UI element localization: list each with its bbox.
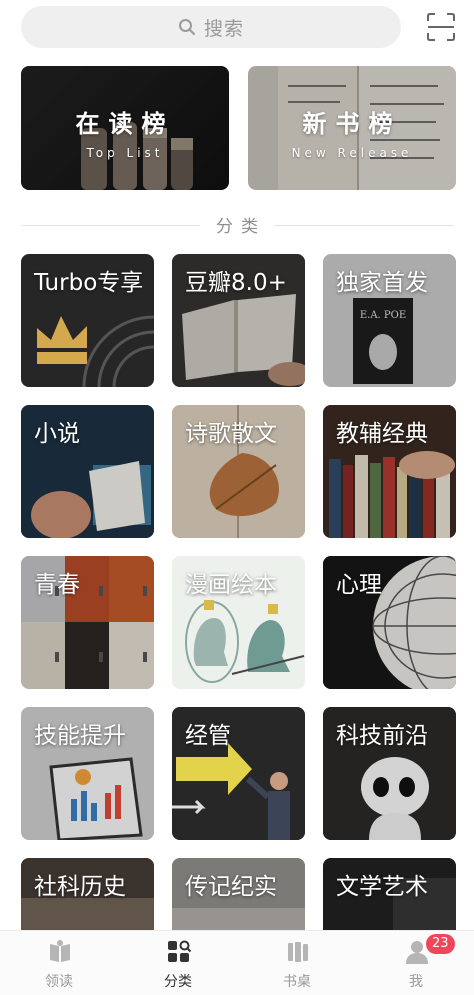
category-label: 独家首发	[336, 270, 428, 296]
category-page: 搜索 在读榜 Top List 新书榜 New Release 分类 Turbo…	[0, 0, 474, 995]
top-list-banner[interactable]: 在读榜 Top List	[21, 66, 229, 190]
nav-me[interactable]: 我	[357, 931, 474, 995]
category-textbooks[interactable]: 教辅经典	[323, 405, 456, 538]
category-douban[interactable]: 豆瓣8.0+	[172, 254, 305, 387]
category-grid-icon	[168, 940, 192, 962]
category-label: 豆瓣8.0+	[185, 270, 287, 296]
category-skills[interactable]: 技能提升	[21, 707, 154, 840]
category-youth[interactable]: 青春	[21, 556, 154, 689]
category-label: 文学艺术	[336, 874, 428, 900]
category-label: 经管	[185, 723, 231, 749]
bottom-navigation: 领读 分类 书桌 我	[0, 930, 474, 995]
search-icon	[178, 19, 195, 35]
category-label: 传记纪实	[185, 874, 277, 900]
top-list-title: 在读榜	[75, 110, 175, 138]
category-novel[interactable]: 小说	[21, 405, 154, 538]
scan-icon[interactable]	[426, 12, 456, 42]
nav-label: 分类	[164, 974, 192, 990]
category-technology[interactable]: 科技前沿	[323, 707, 456, 840]
category-label: 诗歌散文	[185, 421, 277, 447]
category-poetry[interactable]: 诗歌散文	[172, 405, 305, 538]
read-book-icon	[50, 940, 70, 962]
category-label: 小说	[34, 421, 80, 447]
nav-label: 领读	[45, 974, 73, 990]
search-placeholder: 搜索	[203, 17, 244, 40]
new-release-subtitle: New Release	[291, 146, 413, 160]
category-psychology[interactable]: 心理	[323, 556, 456, 689]
category-label: 科技前沿	[336, 723, 428, 749]
section-title: 分类	[200, 212, 274, 237]
new-release-title: 新书榜	[302, 110, 402, 138]
category-label: 青春	[34, 572, 80, 598]
nav-read[interactable]: 领读	[0, 931, 118, 995]
nav-desk[interactable]: 书桌	[238, 931, 356, 995]
category-label: 社科历史	[34, 874, 126, 900]
category-label: 教辅经典	[336, 421, 428, 447]
category-management[interactable]: 经管	[172, 707, 305, 840]
new-release-banner[interactable]: 新书榜 New Release	[248, 66, 456, 190]
nav-label: 我	[409, 974, 423, 990]
category-label: 心理	[336, 572, 382, 598]
search-bar[interactable]: 搜索	[21, 6, 401, 48]
category-comics[interactable]: 漫画绘本	[172, 556, 305, 689]
bookshelf-icon	[288, 942, 308, 962]
category-turbo[interactable]: Turbo专享	[21, 254, 154, 387]
notification-badge: 23	[426, 934, 455, 954]
nav-category[interactable]: 分类	[119, 931, 237, 995]
category-label: 漫画绘本	[185, 572, 277, 598]
category-label: Turbo专享	[34, 270, 144, 296]
category-label: 技能提升	[34, 723, 126, 749]
category-exclusive[interactable]: E.A. POE 独家首发	[323, 254, 456, 387]
top-list-subtitle: Top List	[86, 146, 164, 160]
nav-label: 书桌	[283, 974, 311, 990]
